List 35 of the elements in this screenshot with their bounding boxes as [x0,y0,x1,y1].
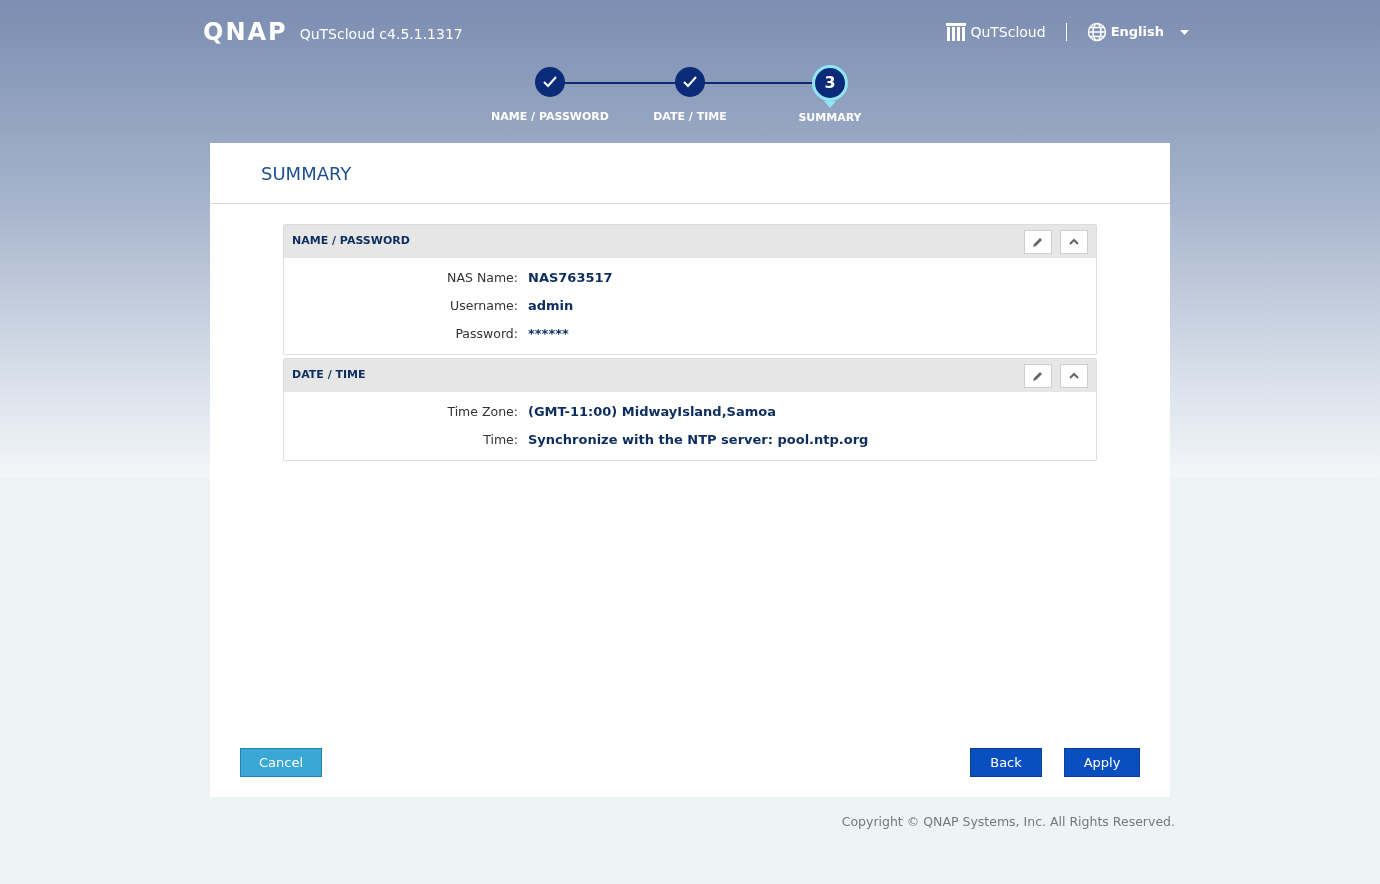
action-button[interactable]: Back [970,748,1042,777]
app-link[interactable]: QuTScloud [946,21,1046,43]
pencil-icon [1032,235,1044,248]
language-dropdown[interactable]: English [1086,22,1189,42]
action-button[interactable]: Apply [1064,748,1140,777]
copyright-text: Copyright © QNAP Systems, Inc. All Rights Reserved. [841,813,1175,831]
section-title: DATE / TIME [292,367,366,384]
field-value: (GMT-11:00) MidwayIsland,Samoa [528,403,776,422]
logo: QNAP [203,20,288,44]
panel-title: SUMMARY [261,161,352,186]
section-title: NAME / PASSWORD [292,233,410,250]
product-version: QuTScloud c4.5.1.1317 [299,24,463,44]
field-value: admin [528,297,574,316]
field-label: NAS Name: [446,268,518,287]
pencil-icon [1032,369,1044,382]
field-value: NAS763517 [528,269,613,288]
collapse-button[interactable] [1060,363,1088,388]
action-button[interactable]: Cancel [240,748,322,777]
field-label: Time Zone: [446,402,518,421]
step-label: DATE / TIME [653,109,727,125]
chevron-icon [1069,372,1079,379]
edit-button[interactable] [1024,363,1052,388]
field-label: Username: [449,296,518,315]
caret-icon [1180,29,1189,35]
field-label: Password: [454,324,518,343]
collapse-button[interactable] [1060,229,1088,254]
columns-icon [946,23,967,41]
field-value: Synchronize with the NTP server: pool.ntp.org [528,431,869,450]
chevron-icon [1069,238,1079,245]
globe-icon [1086,22,1107,42]
field-value: ****** [528,325,569,344]
edit-button[interactable] [1024,229,1052,254]
step-label: SUMMARY [798,110,862,126]
step-label: NAME / PASSWORD [491,109,609,125]
field-label: Time: [482,430,518,449]
